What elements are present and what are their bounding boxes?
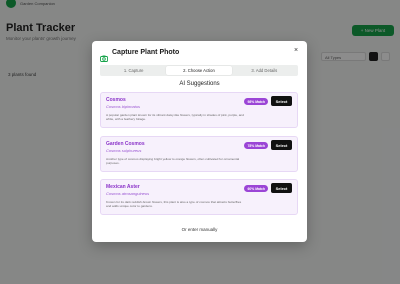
suggestion-description: A popular garden plant known for its vib… (106, 113, 244, 122)
enter-manually-link[interactable]: Or enter manually (92, 227, 307, 232)
capture-plant-modal: Capture Plant Photo × 1. Capture 2. Choo… (92, 41, 307, 242)
suggestion-description: Known for its dark reddish-brown flowers… (106, 200, 242, 209)
select-button[interactable]: Select (271, 96, 292, 106)
suggestion-name: Garden Cosmos (106, 141, 145, 147)
suggestion-scientific-name: Cosmos bipinnatus (106, 104, 141, 109)
camera-icon (100, 49, 108, 62)
match-badge: 78% Match (244, 142, 268, 149)
step-capture[interactable]: 1. Capture (101, 66, 166, 75)
match-badge: 98% Match (244, 98, 268, 105)
suggestion-scientific-name: Cosmos atrosanguineus (106, 191, 150, 196)
suggestion-description: Another type of cosmos displaying bright… (106, 157, 240, 166)
step-add-details[interactable]: 3. Add Details (232, 66, 297, 75)
step-tabs: 1. Capture 2. Choose Action 3. Add Detai… (100, 65, 298, 76)
suggestion-name: Cosmos (106, 97, 126, 103)
step-choose-action[interactable]: 2. Choose Action (166, 66, 232, 75)
modal-title: Capture Plant Photo (112, 49, 180, 56)
modal-header: Capture Plant Photo (100, 49, 180, 62)
select-button[interactable]: Select (271, 183, 292, 193)
suggestion-card: Mexican Aster Cosmos atrosanguineus Know… (100, 179, 298, 215)
suggestion-card: Cosmos Cosmos bipinnatus A popular garde… (100, 92, 298, 128)
suggestion-card: Garden Cosmos Cosmos sulphureus Another … (100, 136, 298, 172)
ai-suggestions-heading: AI Suggestions (179, 81, 220, 87)
close-icon: × (293, 46, 299, 54)
select-button[interactable]: Select (271, 140, 292, 150)
close-button[interactable]: × (291, 45, 301, 55)
match-badge: 60% Match (244, 185, 268, 192)
suggestion-name: Mexican Aster (106, 184, 140, 190)
suggestion-scientific-name: Cosmos sulphureus (106, 148, 142, 153)
